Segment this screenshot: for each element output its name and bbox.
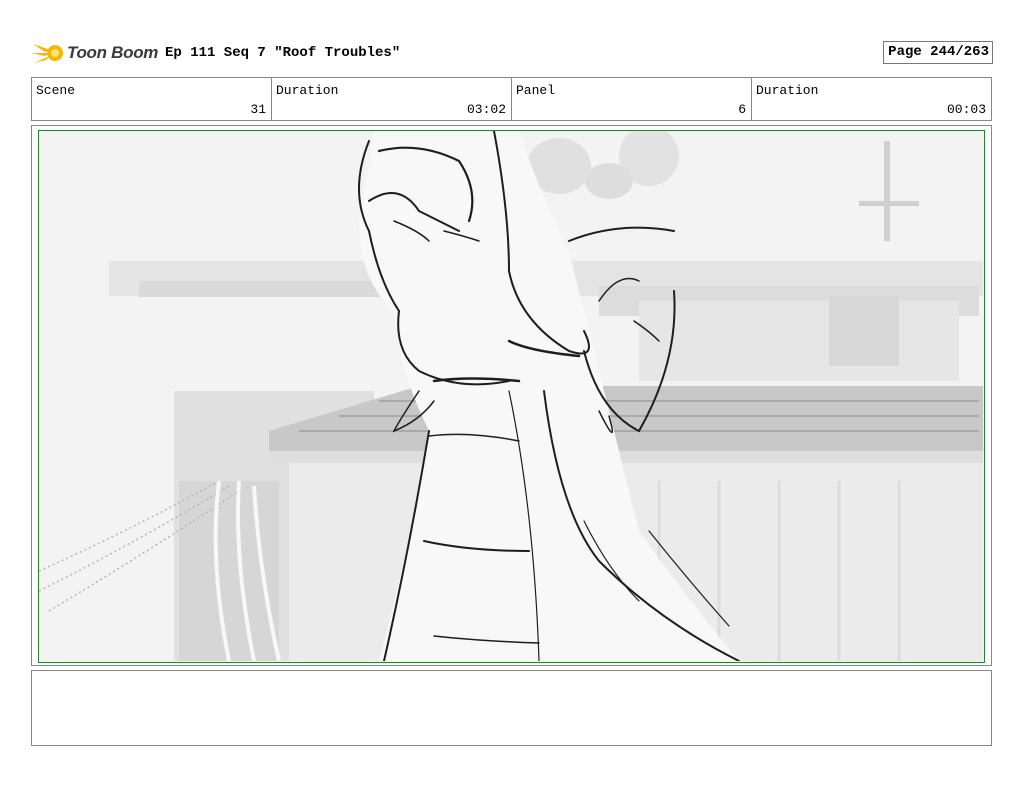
- logo-text: Toon Boom: [67, 43, 159, 62]
- scene-value: 31: [250, 102, 266, 117]
- episode-title: Ep 111 Seq 7 "Roof Troubles": [165, 45, 401, 61]
- scene-duration-label: Duration: [276, 83, 339, 98]
- scene-label: Scene: [36, 83, 76, 98]
- panel-label: Panel: [516, 83, 556, 98]
- notes-box: [31, 670, 992, 746]
- panel-duration-value: 00:03: [946, 102, 986, 117]
- panel-info-row: Scene 31 Duration 03:02 Panel 6 Duration…: [31, 77, 992, 121]
- page-indicator: Page 244/263: [883, 41, 993, 64]
- panel-cell: Panel 6: [512, 78, 752, 120]
- scene-cell: Scene 31: [32, 78, 272, 120]
- scene-duration-value: 03:02: [466, 102, 506, 117]
- panel-duration-label: Duration: [756, 83, 819, 98]
- starburst-logo-icon: [31, 44, 63, 63]
- sketch-drawing: [39, 131, 983, 661]
- storyboard-header: Toon Boom Ep 111 Seq 7 "Roof Troubles" P…: [31, 38, 993, 70]
- toon-boom-logo: Toon Boom: [31, 38, 161, 68]
- panel-value: 6: [738, 102, 746, 117]
- panel-duration-cell: Duration 00:03: [752, 78, 991, 120]
- storyboard-panel-image: [38, 130, 985, 663]
- scene-duration-cell: Duration 03:02: [272, 78, 512, 120]
